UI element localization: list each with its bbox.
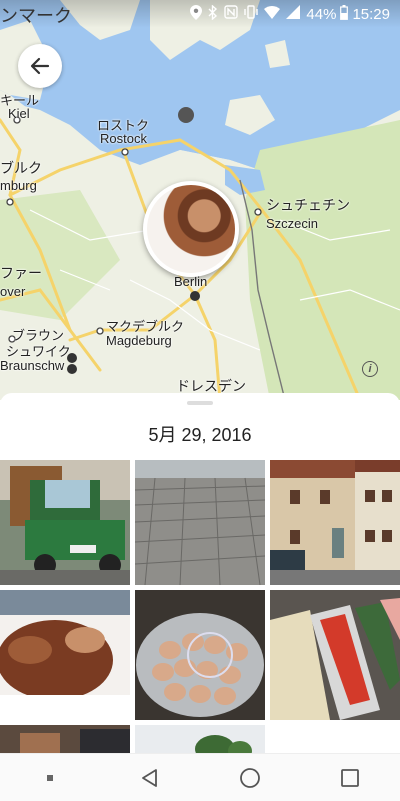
photo-half-timbered-house[interactable] — [270, 460, 400, 585]
wifi-icon — [264, 5, 281, 23]
triangle-back-icon — [142, 768, 157, 787]
photo-bottom-left[interactable] — [0, 725, 130, 753]
bluetooth-icon — [208, 3, 218, 24]
map-label-rostock: Rostock — [100, 131, 147, 146]
map-label-hannover: over — [0, 284, 26, 299]
status-bar: ンマーク 44% 15:29 — [0, 0, 400, 28]
nav-home-button[interactable] — [230, 758, 270, 798]
map-label-hannover-jp: ファー — [0, 265, 42, 281]
photo-cobblestone[interactable] — [135, 460, 265, 585]
battery-percent: 44% — [306, 5, 337, 23]
photo-cluster-pin[interactable] — [143, 181, 239, 277]
map-label-magdeburg: Magdeburg — [106, 333, 172, 348]
date-heading: 5月 29, 2016 — [148, 425, 252, 445]
map-label-hamburg: mburg — [0, 178, 37, 193]
dot-icon — [47, 774, 53, 781]
drag-handle[interactable] — [187, 401, 213, 405]
square-recents-icon — [341, 768, 359, 787]
map-label-hamburg-jp: ブルク — [0, 160, 42, 176]
photo-bottom-middle[interactable] — [135, 725, 265, 753]
info-icon[interactable]: i — [362, 361, 378, 377]
circle-home-icon — [240, 767, 260, 788]
back-arrow-icon — [30, 57, 50, 75]
cake-thumbnail — [147, 185, 235, 273]
photo-cake[interactable] — [0, 590, 130, 720]
battery-icon — [340, 4, 349, 24]
status-left-text: ンマーク — [0, 6, 72, 26]
photo-green-van[interactable] — [0, 460, 130, 585]
map-label-szczecin: Szczecin — [266, 216, 319, 231]
nav-back-button[interactable] — [130, 758, 170, 798]
map-label-szczecin-jp: シュチェチン — [266, 197, 350, 213]
system-nav-bar — [0, 753, 400, 801]
nfc-icon — [224, 5, 239, 23]
map-label-braunschweig: Braunschw — [0, 358, 65, 373]
location-icon — [190, 4, 203, 24]
status-icons — [190, 3, 301, 24]
vibrate-icon — [244, 5, 259, 23]
signal-icon — [286, 5, 301, 23]
clock: 15:29 — [352, 5, 390, 23]
back-button[interactable] — [18, 44, 62, 88]
photo-eggs[interactable] — [135, 590, 265, 720]
photo-sheet[interactable]: 5月 29, 2016 — [0, 393, 400, 753]
nav-small-square-button[interactable] — [30, 758, 70, 798]
map-label-kiel: Kiel — [8, 106, 30, 121]
nav-recents-button[interactable] — [330, 758, 370, 798]
photo-buffet[interactable] — [270, 590, 400, 720]
